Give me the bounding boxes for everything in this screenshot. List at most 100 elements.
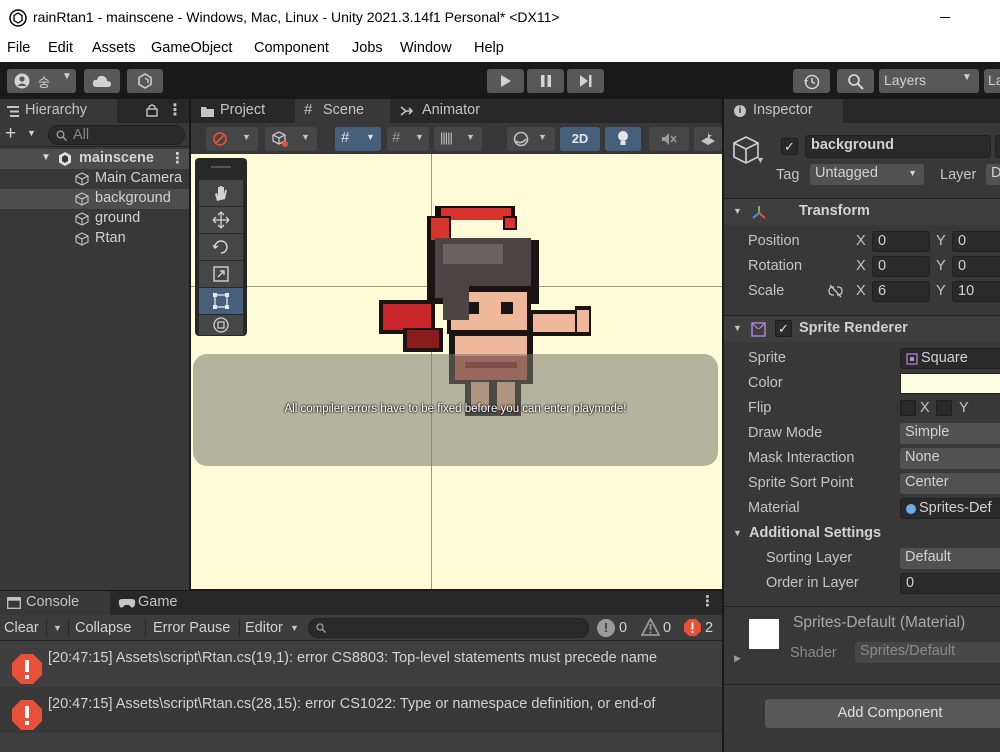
sprite-field[interactable]: Square: [900, 348, 1000, 369]
hand-tool-button[interactable]: [199, 180, 243, 206]
material-field[interactable]: Sprites-Def: [900, 498, 1000, 519]
tab-console[interactable]: Console: [0, 591, 110, 615]
palette-grip[interactable]: [211, 166, 231, 168]
order-in-layer-field[interactable]: 0: [900, 573, 1000, 594]
sprite-sort-point-dropdown[interactable]: Center: [900, 473, 1000, 494]
menu-edit[interactable]: Edit: [48, 40, 73, 56]
tree-row-rtan[interactable]: Rtan: [0, 229, 189, 249]
sorting-layer-dropdown[interactable]: Default: [900, 548, 1000, 569]
tree-row-scene[interactable]: ▼ mainscene ⋮: [0, 149, 189, 169]
unlink-icon[interactable]: [827, 284, 844, 298]
console-message[interactable]: [20:47:15] Assets\script\Rtan.cs(19,1): …: [0, 641, 722, 687]
gizmo-tool-dropdown[interactable]: ▼: [206, 127, 258, 151]
chevron-down-icon[interactable]: ▼: [756, 155, 765, 165]
search-button[interactable]: [837, 69, 874, 93]
collapse-button[interactable]: Collapse: [75, 620, 131, 636]
chevron-down-icon[interactable]: ▼: [290, 623, 299, 633]
tab-inspector[interactable]: i Inspector: [724, 99, 843, 123]
menu-assets[interactable]: Assets: [92, 40, 136, 56]
chevron-down-icon[interactable]: ▼: [53, 623, 62, 633]
scene-viewport[interactable]: All compiler errors have to be fixed bef…: [191, 154, 722, 589]
object-name-field[interactable]: background: [805, 135, 991, 158]
tab-animator[interactable]: Animator: [390, 99, 500, 123]
snap-increment-dropdown[interactable]: # ▼: [387, 127, 429, 151]
more-options-icon[interactable]: ⋮: [167, 100, 183, 120]
tree-row-main-camera[interactable]: Main Camera: [0, 169, 189, 189]
cloud-button[interactable]: [84, 69, 120, 93]
sprite-renderer-header[interactable]: ▼ ✓ Sprite Renderer: [724, 316, 1000, 342]
pause-button[interactable]: [527, 69, 564, 93]
rotation-x-field[interactable]: 0: [872, 256, 930, 277]
menu-gameobject[interactable]: GameObject: [151, 40, 232, 56]
tab-hierarchy[interactable]: Hierarchy: [0, 99, 117, 123]
lock-icon[interactable]: [146, 103, 158, 117]
more-options-icon[interactable]: ⋮: [170, 149, 185, 167]
position-x-field[interactable]: 0: [872, 231, 930, 252]
rect-tool-button[interactable]: [199, 288, 243, 314]
menu-file[interactable]: File: [7, 40, 30, 56]
layout-dropdown[interactable]: La: [984, 69, 1000, 93]
draw-mode-dropdown[interactable]: ▼: [507, 127, 555, 151]
transform-header[interactable]: ▼ Transform: [724, 199, 1000, 225]
panel-divider[interactable]: [189, 99, 191, 590]
add-icon[interactable]: +: [5, 123, 16, 145]
step-button[interactable]: [567, 69, 604, 93]
tag-dropdown[interactable]: Untagged ▼: [810, 164, 924, 185]
additional-settings-title[interactable]: Additional Settings: [749, 525, 881, 541]
chevron-right-icon[interactable]: ▶: [734, 653, 741, 664]
rotate-tool-button[interactable]: [199, 234, 243, 260]
flip-y-checkbox[interactable]: [936, 400, 952, 416]
more-options-icon[interactable]: ⋮: [700, 592, 715, 610]
undo-history-button[interactable]: [793, 69, 830, 93]
mask-interaction-dropdown[interactable]: None: [900, 448, 1000, 469]
menu-window[interactable]: Window: [400, 40, 452, 56]
console-search-input[interactable]: [308, 618, 589, 638]
minimize-button[interactable]: [940, 17, 950, 18]
editor-dropdown[interactable]: Editor: [245, 620, 283, 636]
color-swatch[interactable]: [900, 373, 1000, 394]
move-tool-button[interactable]: [199, 207, 243, 233]
position-y-field[interactable]: 0: [952, 231, 1000, 252]
scale-x-field[interactable]: 6: [872, 281, 930, 302]
menu-help[interactable]: Help: [474, 40, 504, 56]
shader-dropdown[interactable]: Sprites/Default: [855, 642, 1000, 663]
hierarchy-search-input[interactable]: All: [48, 125, 185, 145]
lighting-toggle[interactable]: [605, 127, 641, 151]
transform-tool-button[interactable]: [199, 315, 243, 335]
chevron-down-icon[interactable]: ▼: [733, 528, 742, 538]
sprite-renderer-enabled-checkbox[interactable]: ✓: [775, 320, 792, 337]
grid-snap-toggle[interactable]: # ▼: [335, 127, 381, 151]
menu-jobs[interactable]: Jobs: [352, 40, 383, 56]
account-button[interactable]: 숭 ▼: [7, 69, 76, 93]
tab-game[interactable]: Game: [110, 591, 195, 615]
audio-toggle[interactable]: [649, 127, 689, 151]
error-pause-button[interactable]: Error Pause: [153, 620, 230, 636]
static-toggle[interactable]: [995, 135, 1000, 158]
console-message[interactable]: [20:47:15] Assets\script\Rtan.cs(28,15):…: [0, 687, 722, 733]
panel-divider[interactable]: [722, 99, 724, 752]
tree-row-ground[interactable]: ground: [0, 209, 189, 229]
clear-button[interactable]: Clear: [4, 620, 39, 636]
rotation-y-field[interactable]: 0: [952, 256, 1000, 277]
tab-scene[interactable]: # Scene: [295, 99, 390, 123]
layer-dropdown[interactable]: D: [986, 164, 1000, 185]
2d-mode-toggle[interactable]: 2D: [560, 127, 600, 151]
effects-dropdown[interactable]: [694, 127, 722, 151]
global-dropdown[interactable]: ▼: [265, 127, 317, 151]
warning-icon[interactable]: [641, 618, 660, 636]
active-checkbox[interactable]: ✓: [781, 138, 798, 155]
tree-row-background[interactable]: background: [0, 189, 189, 209]
increment-snap-dropdown[interactable]: ||||| ▼: [434, 127, 482, 151]
chevron-down-icon[interactable]: ▼: [41, 152, 51, 163]
scale-y-field[interactable]: 10: [952, 281, 1000, 302]
menu-component[interactable]: Component: [254, 40, 329, 56]
layers-dropdown[interactable]: Layers ▼: [879, 69, 979, 93]
chevron-down-icon[interactable]: ▼: [27, 128, 36, 138]
collab-button[interactable]: [127, 69, 163, 93]
tab-project[interactable]: Project: [191, 99, 295, 123]
flip-x-checkbox[interactable]: [900, 400, 916, 416]
draw-mode-dropdown[interactable]: Simple: [900, 423, 1000, 444]
add-component-button[interactable]: Add Component: [765, 699, 1000, 728]
play-button[interactable]: [487, 69, 524, 93]
info-icon[interactable]: !: [597, 619, 615, 637]
